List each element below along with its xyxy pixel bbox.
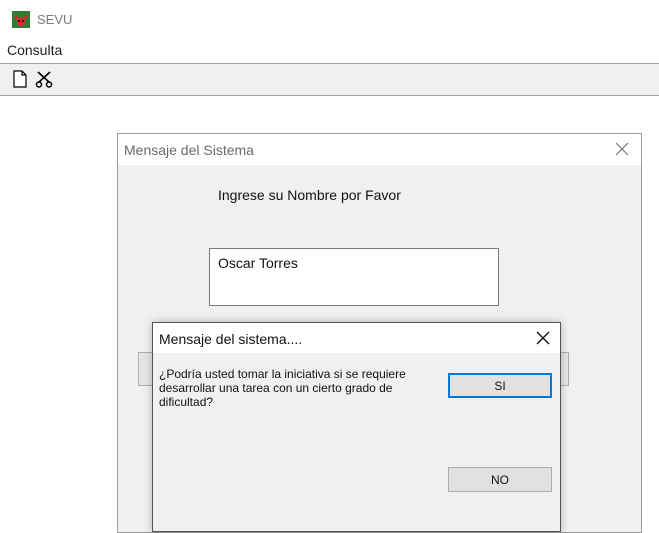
question-text: ¿Podría usted tomar la iniciativa si se …	[159, 367, 406, 409]
yes-button[interactable]: SI	[448, 373, 552, 398]
new-document-icon[interactable]	[10, 69, 30, 89]
close-icon[interactable]	[535, 330, 551, 346]
name-input[interactable]	[209, 248, 499, 306]
menu-item-consulta[interactable]: Consulta	[7, 42, 62, 58]
dialog-title-bar: Mensaje del sistema....	[153, 323, 560, 353]
dialog-title-bar: Mensaje del Sistema	[118, 134, 641, 165]
toolbar	[0, 64, 659, 96]
no-button[interactable]: NO	[448, 467, 552, 492]
app-title: SEVU	[37, 12, 73, 27]
scissors-icon[interactable]	[34, 69, 54, 89]
app-title-bar: SEVU	[0, 0, 659, 36]
question-dialog: Mensaje del sistema.... ¿Podría usted to…	[152, 322, 561, 532]
dialog-title: Mensaje del Sistema	[124, 142, 254, 158]
dialog-title: Mensaje del sistema....	[159, 331, 303, 347]
name-prompt: Ingrese su Nombre por Favor	[218, 187, 401, 203]
close-icon[interactable]	[613, 140, 631, 158]
bull-logo-icon	[12, 11, 30, 28]
menu-bar: Consulta	[0, 38, 659, 62]
